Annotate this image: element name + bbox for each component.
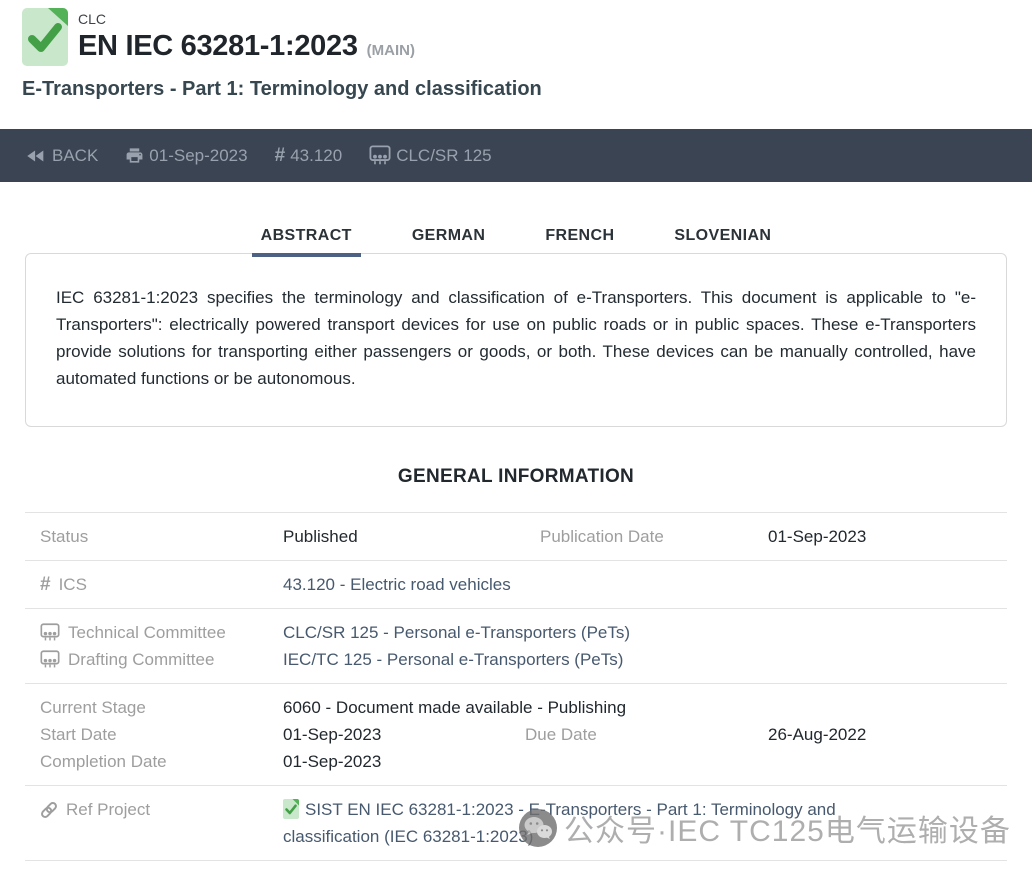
drafting-committee-label: Drafting Committee xyxy=(25,646,283,673)
due-date-label: Due Date xyxy=(525,721,768,748)
document-subtitle: E-Transporters - Part 1: Terminology and… xyxy=(22,76,1010,102)
current-stage-value: 6060 - Document made available - Publish… xyxy=(283,694,1007,721)
table-row-status: Status Published Publication Date 01-Sep… xyxy=(25,512,1007,560)
ics-item[interactable]: # 43.120 xyxy=(275,145,343,167)
document-header: CLC EN IEC 63281-1:2023 (MAIN) E-Transpo… xyxy=(0,0,1032,102)
committee-item[interactable]: CLC/SR 125 xyxy=(369,145,491,166)
standard-detail-page: CLC EN IEC 63281-1:2023 (MAIN) E-Transpo… xyxy=(0,0,1032,872)
document-check-icon xyxy=(22,8,68,66)
completion-date-value: 01-Sep-2023 xyxy=(283,748,525,775)
link-icon xyxy=(40,801,58,819)
toolbar: BACK 01-Sep-2023 # 43.120 CLC/SR 125 xyxy=(0,129,1032,182)
toolbar-date: 01-Sep-2023 xyxy=(149,146,247,166)
abstract-card: IEC 63281-1:2023 specifies the terminolo… xyxy=(25,253,1007,427)
ics-link[interactable]: 43.120 - Electric road vehicles xyxy=(283,575,511,594)
back-button[interactable]: BACK xyxy=(25,145,98,167)
general-information-table: Status Published Publication Date 01-Sep… xyxy=(25,512,1007,861)
table-row-committees: Technical Committee CLC/SR 125 - Persona… xyxy=(25,608,1007,683)
page-title: EN IEC 63281-1:2023 xyxy=(78,30,358,63)
ref-project-label: Ref Project xyxy=(25,796,283,823)
publication-date-label: Publication Date xyxy=(525,523,768,550)
main-tag: (MAIN) xyxy=(367,42,415,59)
general-information-heading: GENERAL INFORMATION xyxy=(0,465,1032,489)
tab-slovenian[interactable]: SLOVENIAN xyxy=(665,217,780,257)
language-tabs: ABSTRACT GERMAN FRENCH SLOVENIAN xyxy=(0,217,1032,257)
abstract-text: IEC 63281-1:2023 specifies the terminolo… xyxy=(56,284,976,392)
hash-icon: # xyxy=(275,145,286,167)
ics-label: # ICS xyxy=(25,571,283,598)
document-check-icon xyxy=(283,799,299,819)
table-row-ref-project: Ref Project SIST EN IEC 63281-1:2023 - E… xyxy=(25,785,1007,860)
status-value: Published xyxy=(283,523,525,550)
completion-date-label: Completion Date xyxy=(25,748,283,775)
start-date-value: 01-Sep-2023 xyxy=(283,721,525,748)
publication-date-value: 01-Sep-2023 xyxy=(768,523,1007,550)
rewind-icon xyxy=(25,145,47,167)
start-date-label: Start Date xyxy=(25,721,283,748)
tab-abstract[interactable]: ABSTRACT xyxy=(252,217,361,257)
printer-icon xyxy=(125,146,144,165)
technical-committee-link[interactable]: CLC/SR 125 - Personal e-Transporters (Pe… xyxy=(283,623,630,642)
table-row-ics: # ICS 43.120 - Electric road vehicles xyxy=(25,560,1007,608)
table-row-stage: Current Stage 6060 - Document made avail… xyxy=(25,683,1007,785)
drafting-committee-link[interactable]: IEC/TC 125 - Personal e-Transporters (Pe… xyxy=(283,650,623,669)
organization-code: CLC xyxy=(78,10,415,28)
toolbar-ics: 43.120 xyxy=(290,146,342,166)
print-date-item[interactable]: 01-Sep-2023 xyxy=(125,146,247,166)
committee-icon xyxy=(40,650,60,669)
ref-project-link[interactable]: SIST EN IEC 63281-1:2023 - E-Transporter… xyxy=(283,800,836,846)
tab-german[interactable]: GERMAN xyxy=(403,217,495,257)
back-label: BACK xyxy=(52,146,98,166)
committee-icon xyxy=(369,145,391,166)
hash-icon: # xyxy=(40,571,51,598)
toolbar-committee: CLC/SR 125 xyxy=(396,146,491,166)
technical-committee-label: Technical Committee xyxy=(25,619,283,646)
current-stage-label: Current Stage xyxy=(25,694,283,721)
status-label: Status xyxy=(25,523,283,550)
committee-icon xyxy=(40,623,60,642)
tab-french[interactable]: FRENCH xyxy=(536,217,623,257)
due-date-value: 26-Aug-2022 xyxy=(768,721,1007,748)
